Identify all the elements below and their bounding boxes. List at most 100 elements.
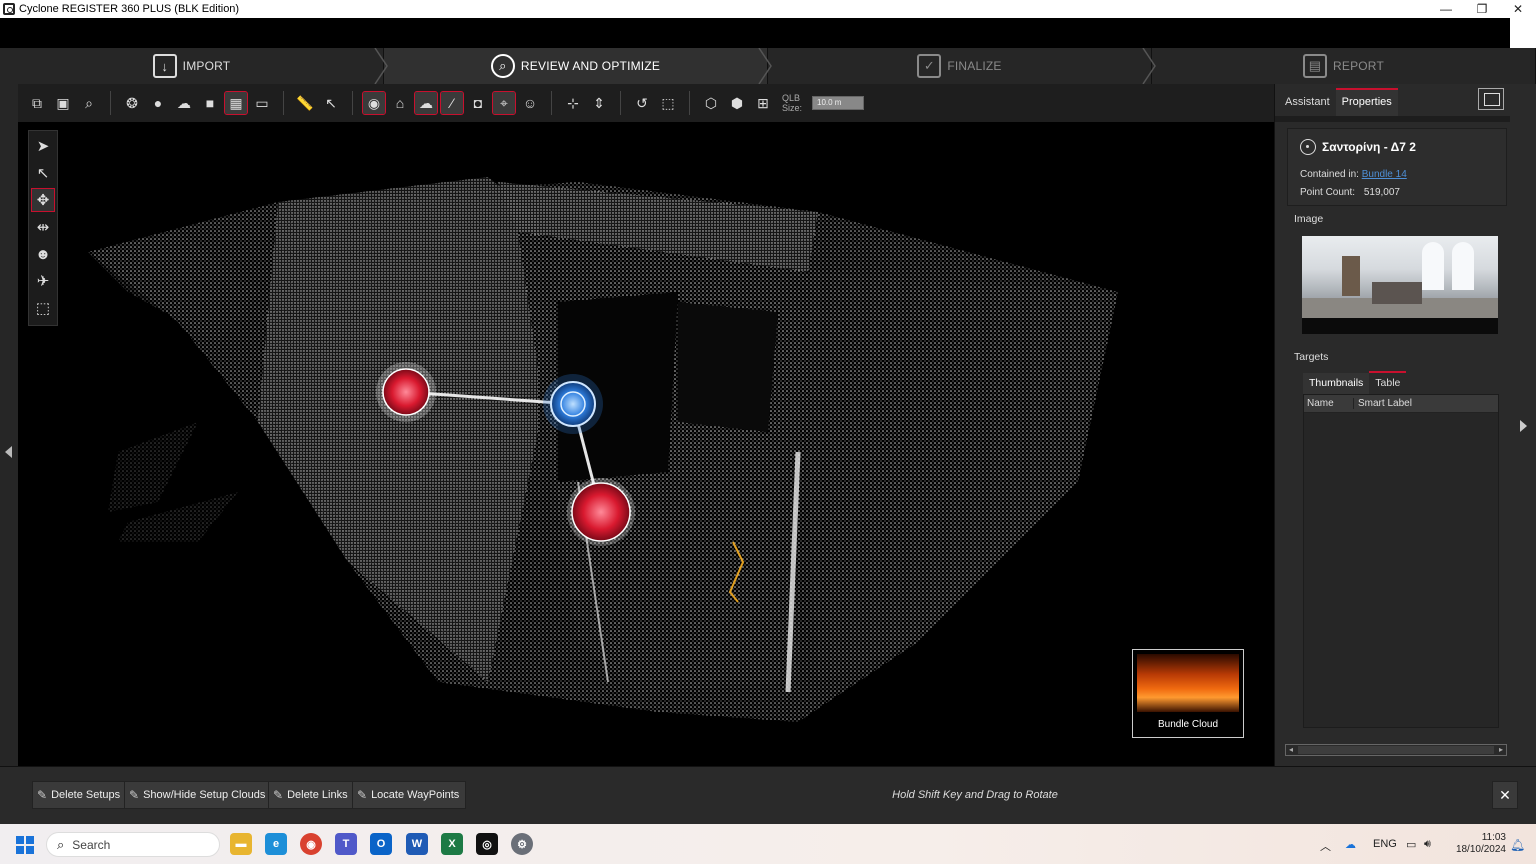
bundle-cloud-minimap[interactable]: Bundle Cloud [1132,649,1244,738]
setup-target-icon[interactable]: ◉ [362,91,386,115]
cube-clip-icon[interactable]: ⬢ [726,92,748,114]
image-view-icon[interactable]: ▭ [251,92,273,114]
step-chevron [758,48,772,84]
bundle-link[interactable]: Bundle 14 [1362,169,1407,180]
restore-button[interactable]: ❐ [1464,2,1500,16]
camera-icon[interactable]: ◘ [467,92,489,114]
windows-start-icon[interactable] [16,836,34,854]
edge-browser-icon[interactable]: e [265,833,287,855]
grid-view-icon[interactable]: ▦ [224,91,248,115]
chrome-icon[interactable]: ◉ [300,833,322,855]
popout-window-icon[interactable] [1478,88,1504,110]
tab-thumbnails[interactable]: Thumbnails [1303,373,1370,394]
fit-width-icon[interactable]: ⇹ [32,216,54,238]
step-import[interactable]: ↓ IMPORT [0,48,388,84]
bottom-action-bar: ✎ Delete Setups ✎ Show/Hide Setup Clouds… [0,766,1536,824]
show-hide-setup-clouds-button[interactable]: ✎ Show/Hide Setup Clouds [124,781,273,809]
point-cloud-scene [88,177,1118,722]
rotate-icon[interactable]: ↺ [631,92,653,114]
volume-icon[interactable]: 🔊︎ [1424,838,1431,851]
box-icon[interactable]: ■ [199,92,221,114]
pencil-icon: ✎ [37,788,48,802]
tab-table[interactable]: Table [1369,371,1407,394]
select-arrow-icon[interactable]: ➤ [32,135,54,157]
zoom-fit-icon[interactable]: ⌕ [78,92,100,114]
show-hidden-icons-icon[interactable]: ︿ [1320,838,1331,854]
setup-name: Σαντορίνη - Δ7 2 [1322,140,1416,154]
select-pointer-icon[interactable]: ↖ [32,162,54,184]
collapse-left-icon[interactable] [5,446,12,458]
step-review-and-optimize[interactable]: ⌕ REVIEW AND OPTIMIZE [384,48,772,84]
delete-links-button[interactable]: ✎ Delete Links [268,781,355,809]
orbit-icon[interactable]: ✥ [31,188,55,212]
level-icon[interactable]: ⇕ [588,92,610,114]
taskbar-clock[interactable]: 11:03 18/10/2024 [1446,832,1506,856]
scroll-left-icon[interactable]: ◂ [1286,745,1296,755]
setup-panorama-image[interactable] [1302,236,1498,334]
report-icon: ▤ [1303,54,1327,78]
sphere-icon[interactable]: ● [147,92,169,114]
cube-m-icon[interactable]: ⊞ [752,92,774,114]
tab-properties[interactable]: Properties [1335,88,1398,116]
notification-bell-icon[interactable]: 🔔︎ [1510,838,1525,852]
color-mode-icon[interactable]: ❂ [121,92,143,114]
panel-divider [1275,116,1511,122]
column-name[interactable]: Name [1304,398,1354,409]
minimize-button[interactable]: — [1428,2,1464,16]
cyclone-register-icon[interactable]: ◎ [476,833,498,855]
measure-icon[interactable]: 📏 [294,92,316,114]
walk-person-icon[interactable]: ☻ [32,243,54,265]
step-chevron [1142,48,1156,84]
scroll-right-icon[interactable]: ▸ [1496,745,1506,755]
file-explorer-icon[interactable]: ▬ [230,833,252,855]
step-report-label: REPORT [1333,59,1384,73]
link-icon[interactable]: ⁄ [440,91,464,115]
settings-gear-icon[interactable]: ⚙ [511,833,533,855]
tab-assistant[interactable]: Assistant [1279,96,1336,116]
close-window-button[interactable]: ✕ [1500,2,1536,16]
selection-box-icon[interactable]: ⬚ [657,92,679,114]
window-title: Cyclone REGISTER 360 PLUS (BLK Edition) [19,3,240,15]
qlb-size-input[interactable]: 10.0 m [812,96,865,110]
teams-icon[interactable]: T [335,833,357,855]
layers-icon[interactable]: ▣ [52,92,74,114]
locate-waypoints-button[interactable]: ✎ Locate WayPoints [352,781,467,809]
onedrive-icon[interactable]: ☁ [1345,838,1356,851]
outlook-icon[interactable]: O [370,833,392,855]
scrollbar-thumb[interactable] [1298,746,1494,754]
toolbar-separator [352,91,353,115]
step-report[interactable]: ▤ REPORT [1152,48,1536,84]
cyclone-app-icon [3,3,15,15]
word-icon[interactable]: W [406,833,428,855]
column-smart-label[interactable]: Smart Label [1354,398,1412,409]
close-mode-button[interactable]: ✕ [1492,781,1518,809]
targets-table: Name Smart Label [1303,394,1499,728]
cloud-layers-icon[interactable]: ☁ [173,92,195,114]
fly-icon[interactable]: ✈ [32,270,54,292]
pointer-icon[interactable]: ↖ [320,92,342,114]
tag-icon[interactable]: ⌂ [389,92,411,114]
network-icon[interactable]: ▭ [1406,838,1416,851]
minimap-label: Bundle Cloud [1157,719,1219,730]
box-view-icon[interactable]: ⬚ [32,297,54,319]
left-collapse-strip [0,84,18,766]
excel-icon[interactable]: X [441,833,463,855]
bundle-cloud-thumbnail [1137,654,1239,712]
delete-setups-button[interactable]: ✎ Delete Setups [32,781,128,809]
axis-icon[interactable]: ⊹ [562,92,584,114]
horizontal-scrollbar[interactable]: ◂ ▸ [1285,744,1507,756]
cube-view-icon[interactable]: ⬡ [700,92,722,114]
person-search-icon[interactable]: ☺ [519,92,541,114]
review-icon: ⌕ [490,54,515,78]
select-all-icon[interactable]: ⧉ [26,92,48,114]
waypoint-icon[interactable]: ⌖ [492,91,516,115]
point-cloud-viewport[interactable]: ➤ ↖ ✥ ⇹ ☻ ✈ ⬚ Bundle Cloud [18,122,1274,766]
taskbar-search-input[interactable]: ⌕ Search [46,832,220,857]
setup-target-icon [1300,139,1316,155]
cloud-icon[interactable]: ☁ [414,91,438,115]
step-finalize[interactable]: ✓ FINALIZE [768,48,1156,84]
collapse-right-icon[interactable] [1520,420,1527,432]
image-section-label: Image [1294,213,1324,225]
toolbar-separator [620,91,621,115]
language-indicator[interactable]: ENG [1373,838,1397,850]
